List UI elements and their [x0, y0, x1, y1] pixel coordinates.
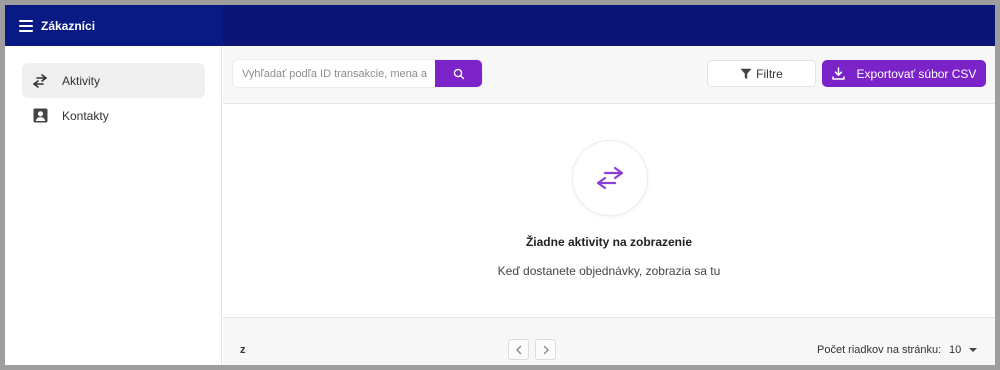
empty-state-title: Žiadne aktivity na zobrazenie: [525, 235, 693, 249]
sidebar: Aktivity Kontakty: [5, 46, 222, 365]
download-icon: [831, 67, 845, 80]
rows-per-page-label: Počet riadkov na stránku:: [817, 344, 942, 356]
filter-icon: [740, 68, 752, 79]
caret-down-icon: [969, 348, 978, 352]
main-panel: Filtre Exportovať súbor CSV: [223, 46, 995, 365]
filter-button[interactable]: Filtre: [707, 60, 816, 87]
top-bar: Zákazníci: [5, 5, 995, 46]
search-input[interactable]: [233, 60, 435, 87]
contact-card-icon: [32, 108, 48, 124]
arrows-exchange-icon: [32, 73, 48, 89]
app-title: Zákazníci: [41, 18, 96, 33]
search-box: [233, 60, 482, 87]
sidebar-item-label: Aktivity: [62, 73, 101, 88]
chevron-left-icon: [515, 345, 521, 354]
chevron-right-icon: [543, 345, 549, 354]
empty-state-badge: [572, 140, 648, 216]
menu-icon[interactable]: [19, 19, 33, 32]
rows-per-page-select[interactable]: 10: [949, 342, 979, 358]
app-window: Zákazníci Aktivity Kontakty Vyhľadať pod…: [5, 5, 995, 365]
top-bar-brand: Zákazníci: [5, 5, 223, 46]
search-icon: [453, 68, 464, 79]
page-info: z: [240, 344, 246, 356]
sidebar-item-label: Kontakty: [62, 108, 109, 123]
sidebar-item-kontakty[interactable]: Kontakty: [22, 98, 205, 133]
toolbar: Filtre Exportovať súbor CSV: [223, 46, 995, 104]
empty-state-subtitle: Keď dostanete objednávky, zobrazia sa tu: [497, 264, 721, 278]
filter-button-label: Filtre: [756, 66, 783, 81]
next-page-button[interactable]: [535, 339, 556, 360]
search-button[interactable]: [435, 60, 482, 87]
export-button-label: Exportovať súbor CSV: [856, 66, 977, 81]
arrows-exchange-icon: [596, 166, 624, 190]
sidebar-item-aktivity[interactable]: Aktivity: [22, 63, 205, 98]
export-csv-button[interactable]: Exportovať súbor CSV: [822, 60, 986, 87]
pagination-bar: z Počet riadkov na stránku: 10: [223, 319, 995, 365]
activities-list: Žiadne aktivity na zobrazenie Keď dostan…: [223, 104, 995, 318]
prev-page-button[interactable]: [508, 339, 529, 360]
rows-per-page-value: 10: [949, 344, 962, 356]
